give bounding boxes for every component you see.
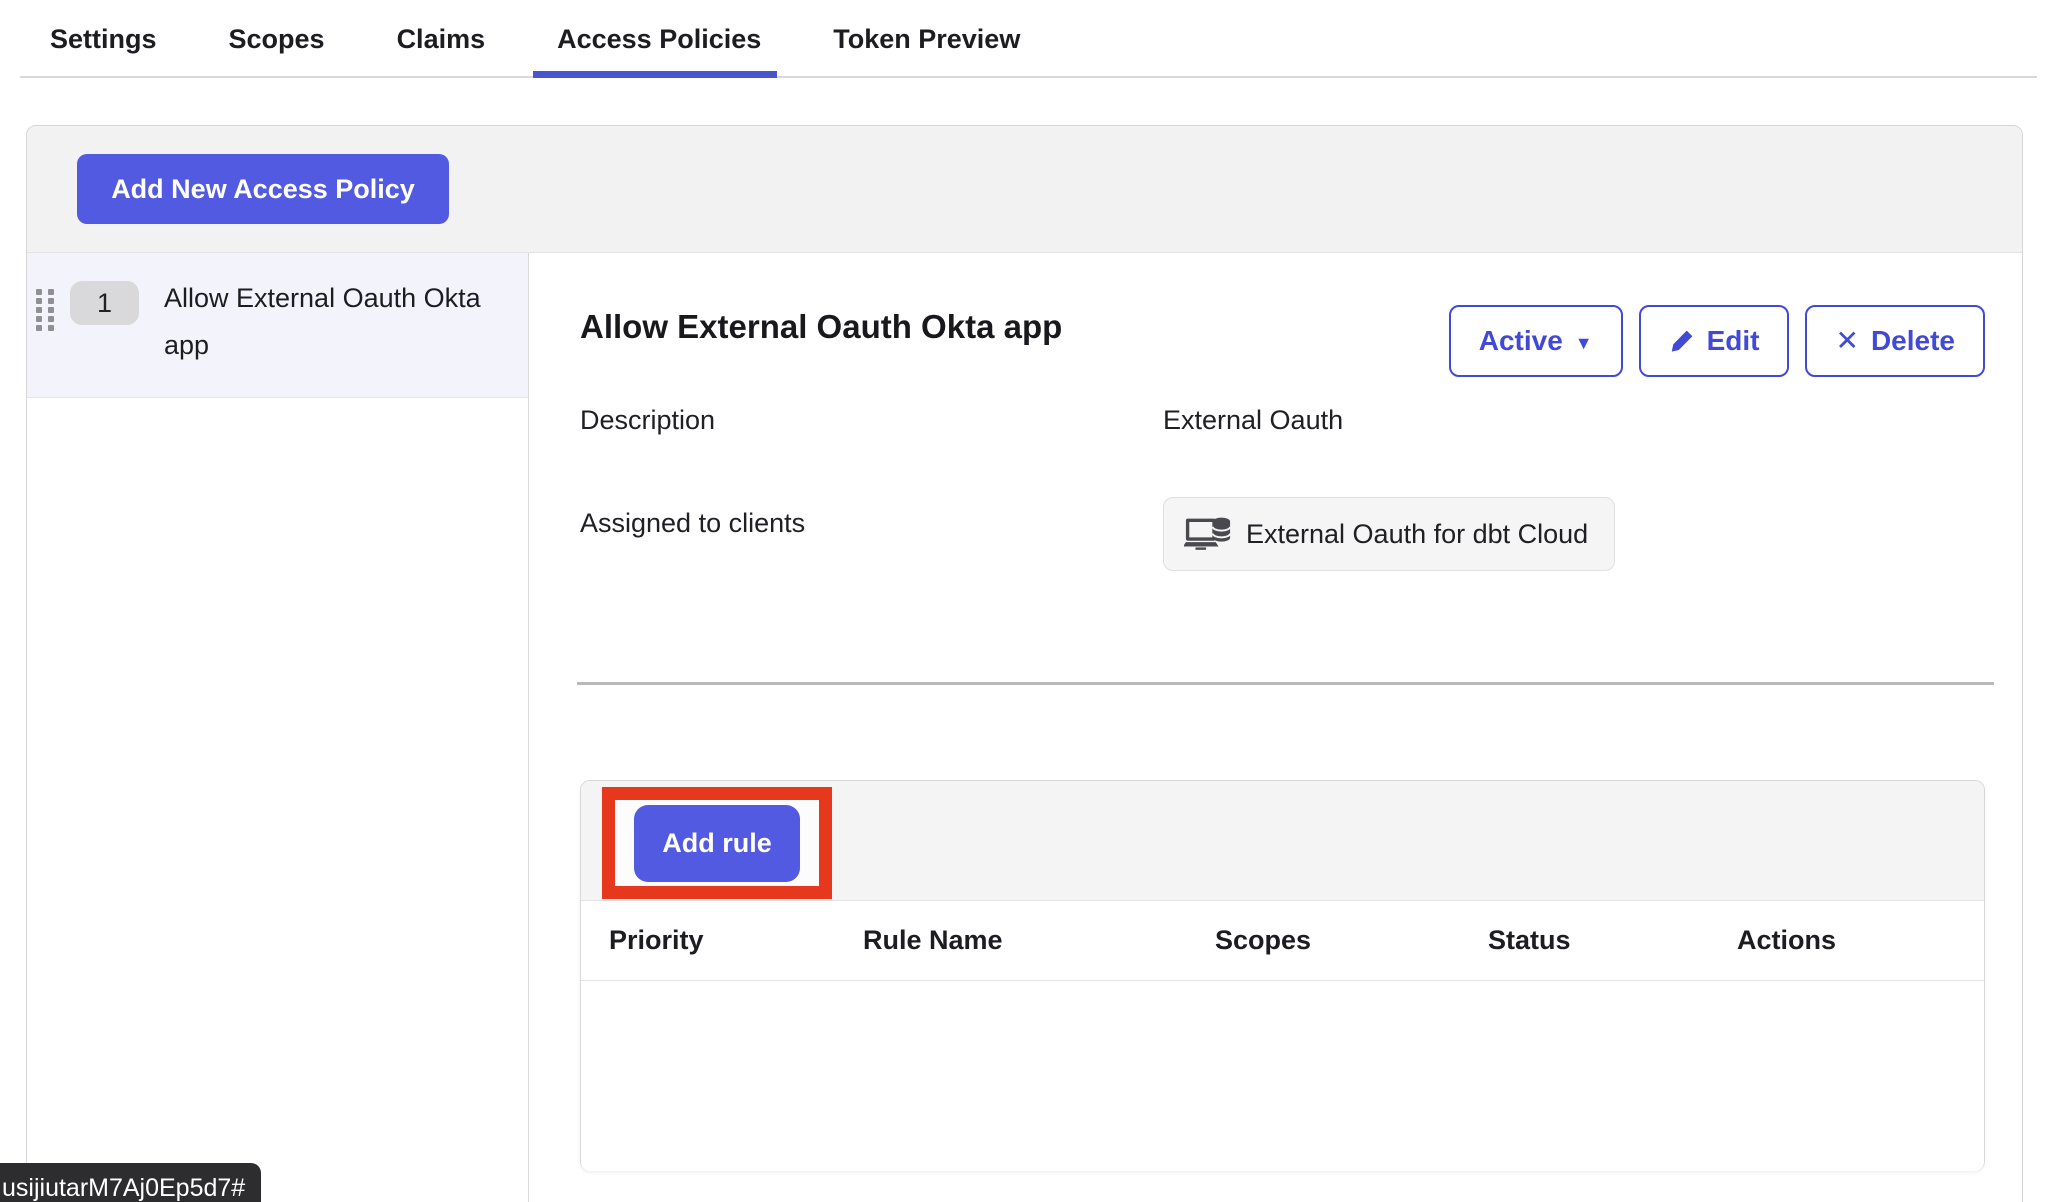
- column-header-actions: Actions: [1737, 925, 1836, 956]
- delete-policy-button[interactable]: ✕ Delete: [1805, 305, 1985, 377]
- tabs: Settings Scopes Claims Access Policies T…: [50, 0, 1020, 78]
- policy-list-item[interactable]: 1 Allow External Oauth Okta app: [27, 253, 528, 398]
- policy-title: Allow External Oauth Okta app: [580, 308, 1062, 346]
- policy-priority-badge: 1: [70, 281, 139, 325]
- tab-bar: Settings Scopes Claims Access Policies T…: [0, 0, 2058, 78]
- tab-access-policies[interactable]: Access Policies: [557, 0, 761, 78]
- rules-toolbar: Add rule: [581, 781, 1984, 901]
- chevron-down-icon: ▼: [1575, 334, 1593, 352]
- delete-button-label: Delete: [1871, 325, 1955, 357]
- policies-toolbar: Add New Access Policy: [27, 126, 2022, 253]
- edit-button-label: Edit: [1707, 325, 1760, 357]
- screen: Settings Scopes Claims Access Policies T…: [0, 0, 2058, 1202]
- assigned-to-clients-label: Assigned to clients: [580, 508, 805, 539]
- drag-handle-icon[interactable]: [36, 289, 56, 329]
- policy-list: 1 Allow External Oauth Okta app: [27, 253, 529, 1202]
- rules-table-body: [581, 981, 1984, 1171]
- section-divider: [577, 682, 1994, 685]
- tab-settings[interactable]: Settings: [50, 0, 157, 78]
- policy-item-name: Allow External Oauth Okta app: [164, 275, 494, 369]
- close-icon: ✕: [1835, 327, 1858, 355]
- tab-token-preview[interactable]: Token Preview: [833, 0, 1020, 78]
- column-header-rule-name: Rule Name: [863, 925, 1003, 956]
- description-value: External Oauth: [1163, 405, 1343, 436]
- laptop-database-icon: [1184, 513, 1232, 555]
- edit-policy-button[interactable]: Edit: [1639, 305, 1790, 377]
- add-new-access-policy-button[interactable]: Add New Access Policy: [77, 154, 449, 224]
- column-header-scopes: Scopes: [1215, 925, 1311, 956]
- assigned-client-name: External Oauth for dbt Cloud: [1246, 519, 1588, 550]
- column-header-status: Status: [1488, 925, 1571, 956]
- assigned-client-chip[interactable]: External Oauth for dbt Cloud: [1163, 497, 1615, 571]
- rules-card: Add rule Priority Rule Name Scopes Statu…: [580, 780, 1985, 1171]
- url-preview-tooltip: usijiutarM7Aj0Ep5d7#: [0, 1163, 261, 1202]
- active-status-dropdown-button[interactable]: Active ▼: [1449, 305, 1623, 377]
- tab-scopes[interactable]: Scopes: [229, 0, 325, 78]
- active-status-label: Active: [1479, 325, 1563, 357]
- add-rule-button[interactable]: Add rule: [634, 805, 800, 882]
- tab-claims[interactable]: Claims: [397, 0, 486, 78]
- column-header-priority: Priority: [609, 925, 704, 956]
- pencil-icon: [1669, 328, 1695, 354]
- rules-table-header: Priority Rule Name Scopes Status Actions: [581, 901, 1984, 981]
- policy-action-buttons: Active ▼ Edit ✕ Delete: [1449, 305, 1985, 377]
- description-label: Description: [580, 405, 715, 436]
- annotation-highlight-box: Add rule: [602, 787, 832, 899]
